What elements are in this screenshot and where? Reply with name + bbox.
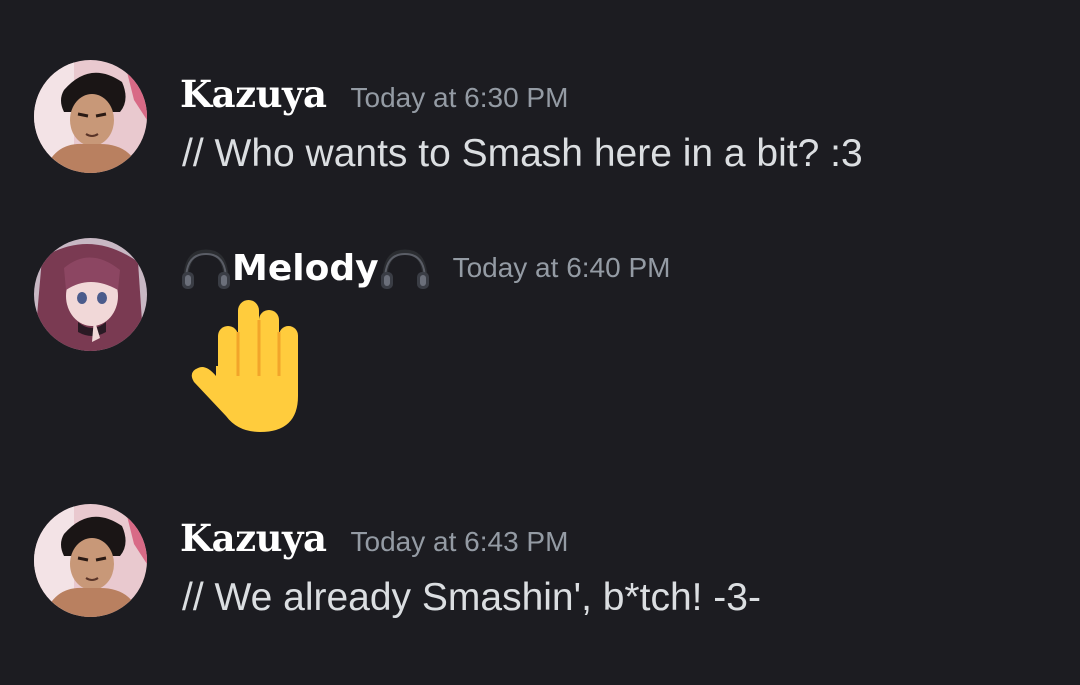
kazuya-avatar-icon	[34, 504, 147, 617]
headphones-icon	[180, 246, 232, 290]
message-text: // Who wants to Smash here in a bit? :3	[182, 132, 863, 175]
melody-avatar-icon	[34, 238, 147, 351]
message-header: Kazuya Today at 6:30 PM	[180, 72, 568, 116]
headphones-icon	[379, 246, 431, 290]
kazuya-avatar-icon	[34, 60, 147, 173]
timestamp: Today at 6:40 PM	[452, 252, 671, 283]
message-text: // We already Smashin', b*tch! -3-	[182, 576, 761, 619]
user-avatar-kazuya[interactable]	[34, 60, 147, 173]
username[interactable]: Kazuya	[180, 72, 327, 116]
raised-hand-icon[interactable]	[188, 296, 308, 436]
user-avatar-melody[interactable]	[34, 238, 147, 351]
username: Melody	[232, 247, 379, 289]
message-header: Kazuya Today at 6:43 PM	[180, 516, 568, 560]
timestamp: Today at 6:43 PM	[350, 526, 569, 557]
timestamp: Today at 6:30 PM	[350, 82, 569, 113]
username[interactable]: Kazuya	[180, 516, 327, 560]
username-container[interactable]: Melody	[180, 246, 431, 290]
message-header: Melody Today at 6:40 PM	[180, 246, 670, 290]
user-avatar-kazuya[interactable]	[34, 504, 147, 617]
